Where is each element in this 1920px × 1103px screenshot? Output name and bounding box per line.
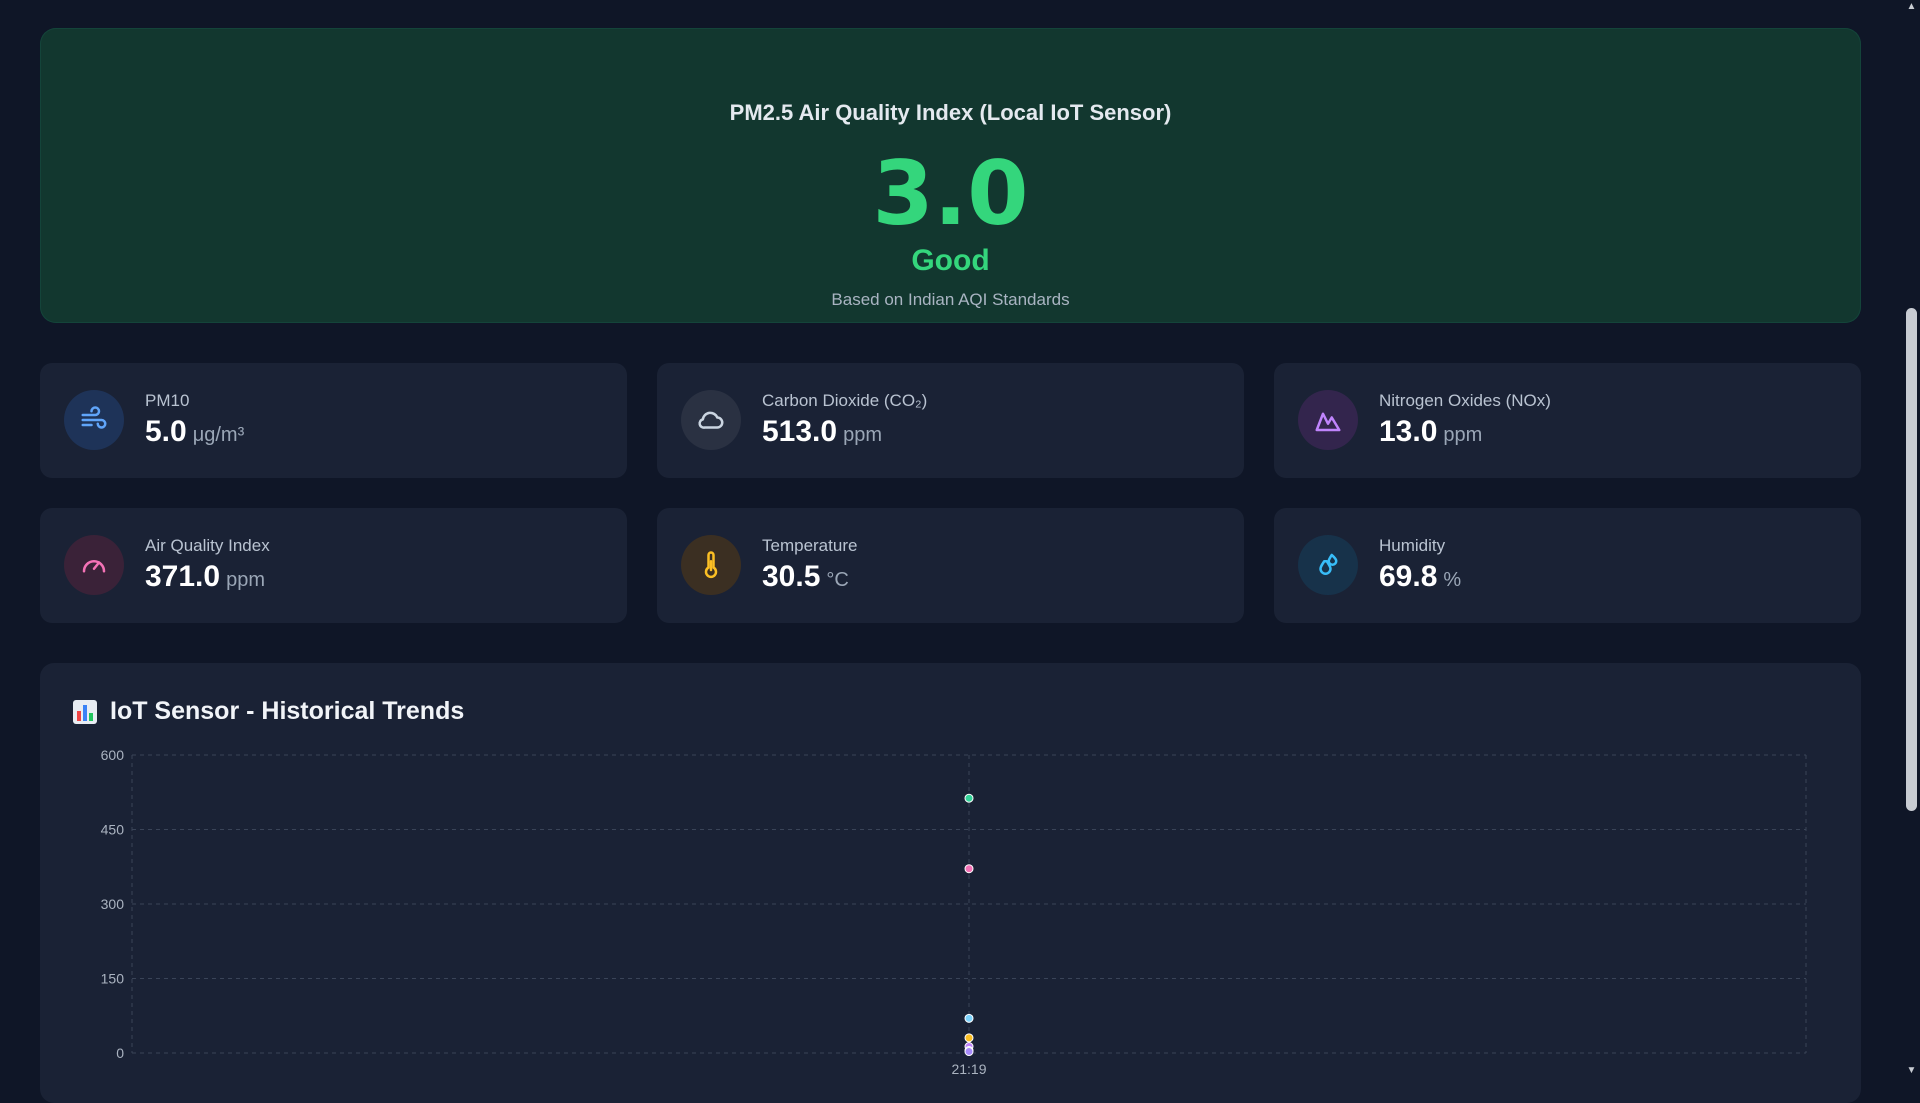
bar-chart-icon xyxy=(73,699,97,724)
metric-value: 513.0 ppm xyxy=(762,415,882,448)
aqi-title: PM2.5 Air Quality Index (Local IoT Senso… xyxy=(729,100,1172,125)
y-tick-label: 450 xyxy=(101,822,125,838)
mountain-icon xyxy=(1298,390,1358,450)
data-point xyxy=(964,864,974,874)
data-point xyxy=(964,793,974,803)
metric-value: 13.0 ppm xyxy=(1379,415,1483,448)
metric-label: Humidity xyxy=(1379,536,1446,555)
scrollbar-thumb[interactable] xyxy=(1906,308,1917,811)
metric-value: 30.5 °C xyxy=(762,560,849,593)
metric-label: Air Quality Index xyxy=(145,536,270,555)
y-tick-label: 600 xyxy=(101,747,125,763)
metric-label: PM10 xyxy=(145,391,190,410)
metric-label: Nitrogen Oxides (NOx) xyxy=(1379,391,1551,410)
metric-label: Temperature xyxy=(762,536,858,555)
chart-title-text: IoT Sensor - Historical Trends xyxy=(110,697,465,725)
droplets-icon xyxy=(1298,535,1358,595)
cloud-icon xyxy=(681,390,741,450)
metric-label: Carbon Dioxide (CO₂) xyxy=(762,391,928,410)
metric-value: 69.8% xyxy=(1379,560,1462,593)
metric-value: 371.0 ppm xyxy=(145,560,265,593)
metric-card-temperature: Temperature 30.5 °C xyxy=(657,508,1244,623)
metric-card-pm10: PM10 5.0 μg/m³ xyxy=(40,363,627,478)
chart-title: IoT Sensor - Historical Trends xyxy=(72,697,464,726)
data-point xyxy=(964,1013,974,1023)
scroll-down-icon[interactable]: ▼ xyxy=(1906,1066,1917,1076)
y-tick-label: 0 xyxy=(116,1045,124,1061)
wind-icon xyxy=(64,390,124,450)
x-tick-label: 21:19 xyxy=(951,1061,986,1077)
page-scrollbar[interactable]: ▲ ▼ xyxy=(1903,0,1920,1080)
metric-card-aqi: Air Quality Index 371.0 ppm xyxy=(40,508,627,623)
gauge-icon xyxy=(64,535,124,595)
metric-card-nox: Nitrogen Oxides (NOx) 13.0 ppm xyxy=(1274,363,1861,478)
metric-card-humidity: Humidity 69.8% xyxy=(1274,508,1861,623)
metric-card-co2: Carbon Dioxide (CO₂) 513.0 ppm xyxy=(657,363,1244,478)
metric-value: 5.0 μg/m³ xyxy=(145,415,245,448)
data-point xyxy=(964,1047,974,1057)
trends-chart: 0 150 300 450 600 21:19 xyxy=(101,747,1807,1077)
y-tick-label: 150 xyxy=(101,971,125,987)
aqi-subtitle: Based on Indian AQI Standards xyxy=(831,290,1070,309)
scroll-up-icon[interactable]: ▲ xyxy=(1906,2,1917,12)
thermometer-icon xyxy=(681,535,741,595)
aqi-value: 3.0 xyxy=(872,142,1029,245)
aqi-status: Good xyxy=(911,244,990,277)
y-tick-label: 300 xyxy=(101,896,125,912)
aqi-hero-panel: PM2.5 Air Quality Index (Local IoT Senso… xyxy=(40,28,1861,323)
data-point xyxy=(964,1033,974,1043)
